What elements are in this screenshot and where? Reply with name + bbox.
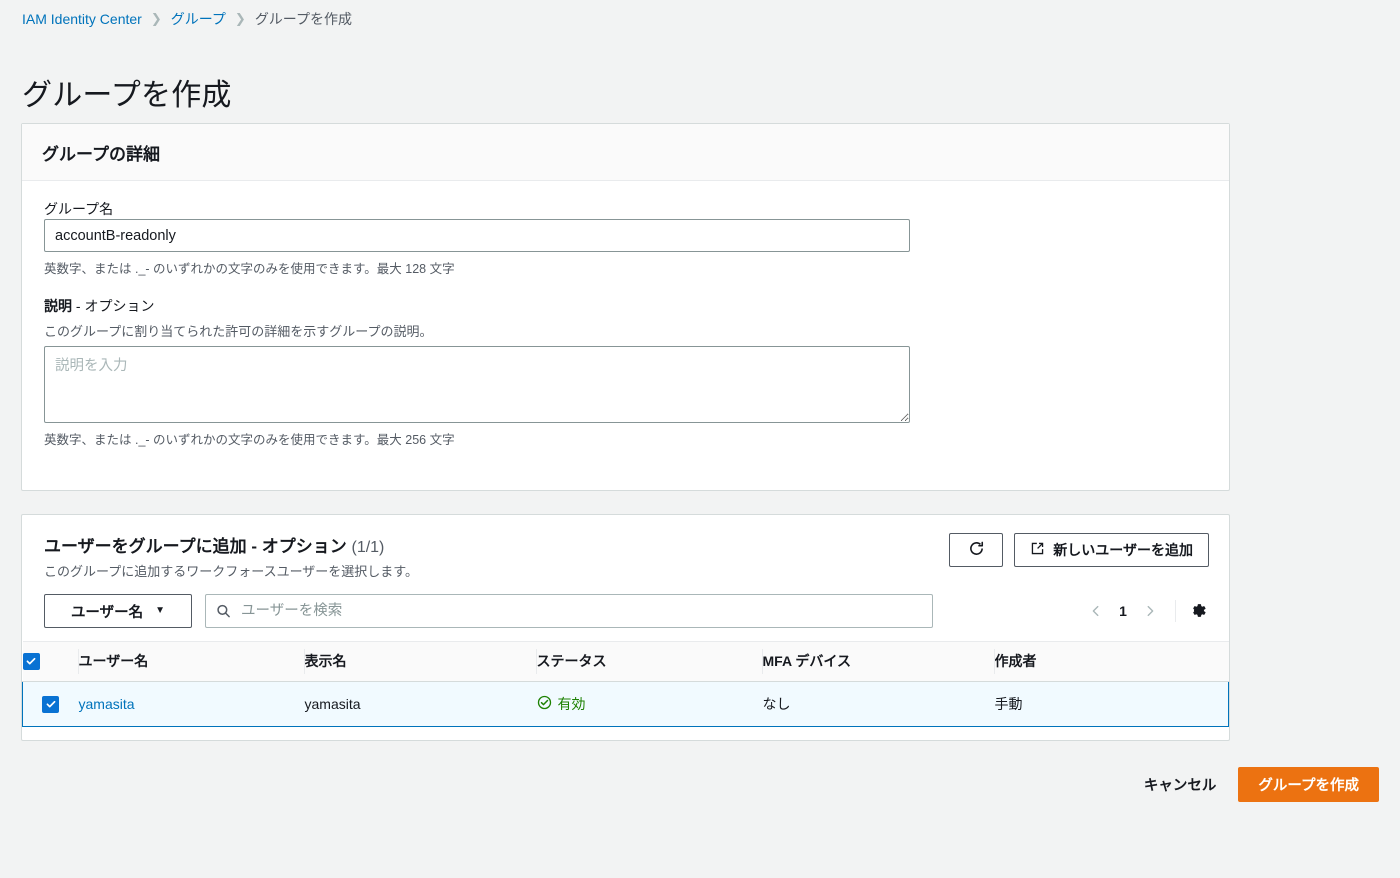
add-users-count: (1/1): [351, 539, 385, 556]
users-search-input[interactable]: [205, 594, 933, 628]
create-group-page: IAM Identity Center ❯ グループ ❯ グループを作成 グルー…: [0, 0, 1400, 878]
refresh-icon: [968, 540, 985, 560]
cell-username: yamasita: [78, 681, 305, 727]
users-table: ユーザー名 表示名 ステータス MFA デバイス 作成者 yamasita ya…: [22, 641, 1229, 727]
row-checkbox[interactable]: [42, 695, 60, 713]
description-label: 説明 - オプション: [44, 296, 1209, 316]
select-all-header: [22, 641, 79, 682]
cell-status: 有効: [536, 681, 763, 727]
breadcrumb: IAM Identity Center ❯ グループ ❯ グループを作成: [22, 9, 352, 29]
gear-icon[interactable]: [1187, 600, 1209, 622]
pagination: 1: [1082, 594, 1209, 628]
select-all-checkbox[interactable]: [22, 652, 40, 670]
pagination-divider: [1175, 600, 1176, 622]
chevron-left-icon[interactable]: [1082, 596, 1110, 626]
users-table-head: ユーザー名 表示名 ステータス MFA デバイス 作成者: [22, 641, 1229, 682]
breadcrumb-item-create-group: グループを作成: [254, 11, 352, 27]
group-details-title: グループの詳細: [42, 145, 160, 164]
external-link-icon: [1030, 541, 1045, 559]
group-name-label: グループ名: [44, 201, 114, 217]
pagination-page-1[interactable]: 1: [1112, 603, 1134, 619]
add-new-user-button[interactable]: 新しいユーザーを追加: [1014, 533, 1209, 567]
group-details-card: グループの詳細 グループ名 英数字、または ._- のいずれかの文字のみを使用で…: [21, 123, 1230, 491]
column-header-username[interactable]: ユーザー名: [77, 641, 305, 682]
filter-property-value: ユーザー名: [70, 604, 144, 621]
table-header-row: ユーザー名 表示名 ステータス MFA デバイス 作成者: [22, 641, 1229, 682]
column-header-status[interactable]: ステータス: [535, 641, 763, 682]
page-title: グループを作成: [22, 79, 232, 113]
row-select-cell: [22, 681, 79, 727]
add-new-user-label: 新しいユーザーを追加: [1053, 542, 1193, 558]
add-users-card: ユーザーをグループに追加 - オプション (1/1) このグループに追加するワー…: [21, 514, 1230, 741]
column-header-mfa-device[interactable]: MFA デバイス: [761, 641, 995, 682]
status-label: 有効: [557, 696, 586, 712]
group-details-body: グループ名 英数字、または ._- のいずれかの文字のみを使用できます。最大 1…: [22, 181, 1229, 468]
cancel-button[interactable]: キャンセル: [1140, 766, 1221, 803]
table-row[interactable]: yamasita yamasita 有効 なし 手動: [22, 681, 1229, 727]
users-table-body: yamasita yamasita 有効 なし 手動: [22, 681, 1229, 727]
chevron-down-icon: ▼: [155, 605, 166, 616]
users-filter-row: ユーザー名 ▼ 1: [44, 594, 1209, 628]
group-name-hint: 英数字、または ._- のいずれかの文字のみを使用できます。最大 128 文字: [44, 262, 455, 276]
add-users-header-actions: 新しいユーザーを追加: [949, 533, 1209, 567]
status-badge: 有効: [537, 694, 586, 714]
refresh-button[interactable]: [949, 533, 1004, 567]
add-users-title-text: ユーザーをグループに追加 - オプション: [44, 537, 347, 556]
group-details-header: グループの詳細: [22, 124, 1229, 181]
filter-property-select[interactable]: ユーザー名 ▼: [44, 594, 192, 628]
add-users-header: ユーザーをグループに追加 - オプション (1/1) このグループに追加するワー…: [22, 515, 1229, 580]
column-header-display-name[interactable]: 表示名: [303, 641, 537, 682]
status-success-icon: [537, 695, 552, 713]
cell-display-name: yamasita: [304, 681, 537, 727]
cell-created-by: 手動: [994, 681, 1229, 727]
footer-actions: キャンセル グループを作成: [1140, 766, 1379, 803]
description-textarea[interactable]: [44, 346, 910, 423]
description-help-text: このグループに割り当てられた許可の詳細を示すグループの説明。: [44, 324, 433, 339]
description-label-text: 説明: [44, 298, 72, 314]
create-group-button[interactable]: グループを作成: [1238, 767, 1379, 802]
breadcrumb-item-groups[interactable]: グループ: [171, 9, 226, 29]
group-name-input[interactable]: [44, 219, 910, 252]
cell-mfa-device: なし: [762, 681, 995, 727]
username-link[interactable]: yamasita: [79, 696, 135, 712]
chevron-right-icon[interactable]: [1136, 596, 1164, 626]
breadcrumb-separator-icon: ❯: [150, 10, 162, 26]
breadcrumb-item-iam-identity-center[interactable]: IAM Identity Center: [22, 11, 142, 27]
breadcrumb-separator-icon: ❯: [234, 10, 246, 26]
users-search-wrapper: [205, 594, 933, 628]
column-header-created-by[interactable]: 作成者: [993, 641, 1229, 682]
description-hint: 英数字、または ._- のいずれかの文字のみを使用できます。最大 256 文字: [44, 433, 455, 447]
description-optional-text: - オプション: [72, 298, 155, 314]
